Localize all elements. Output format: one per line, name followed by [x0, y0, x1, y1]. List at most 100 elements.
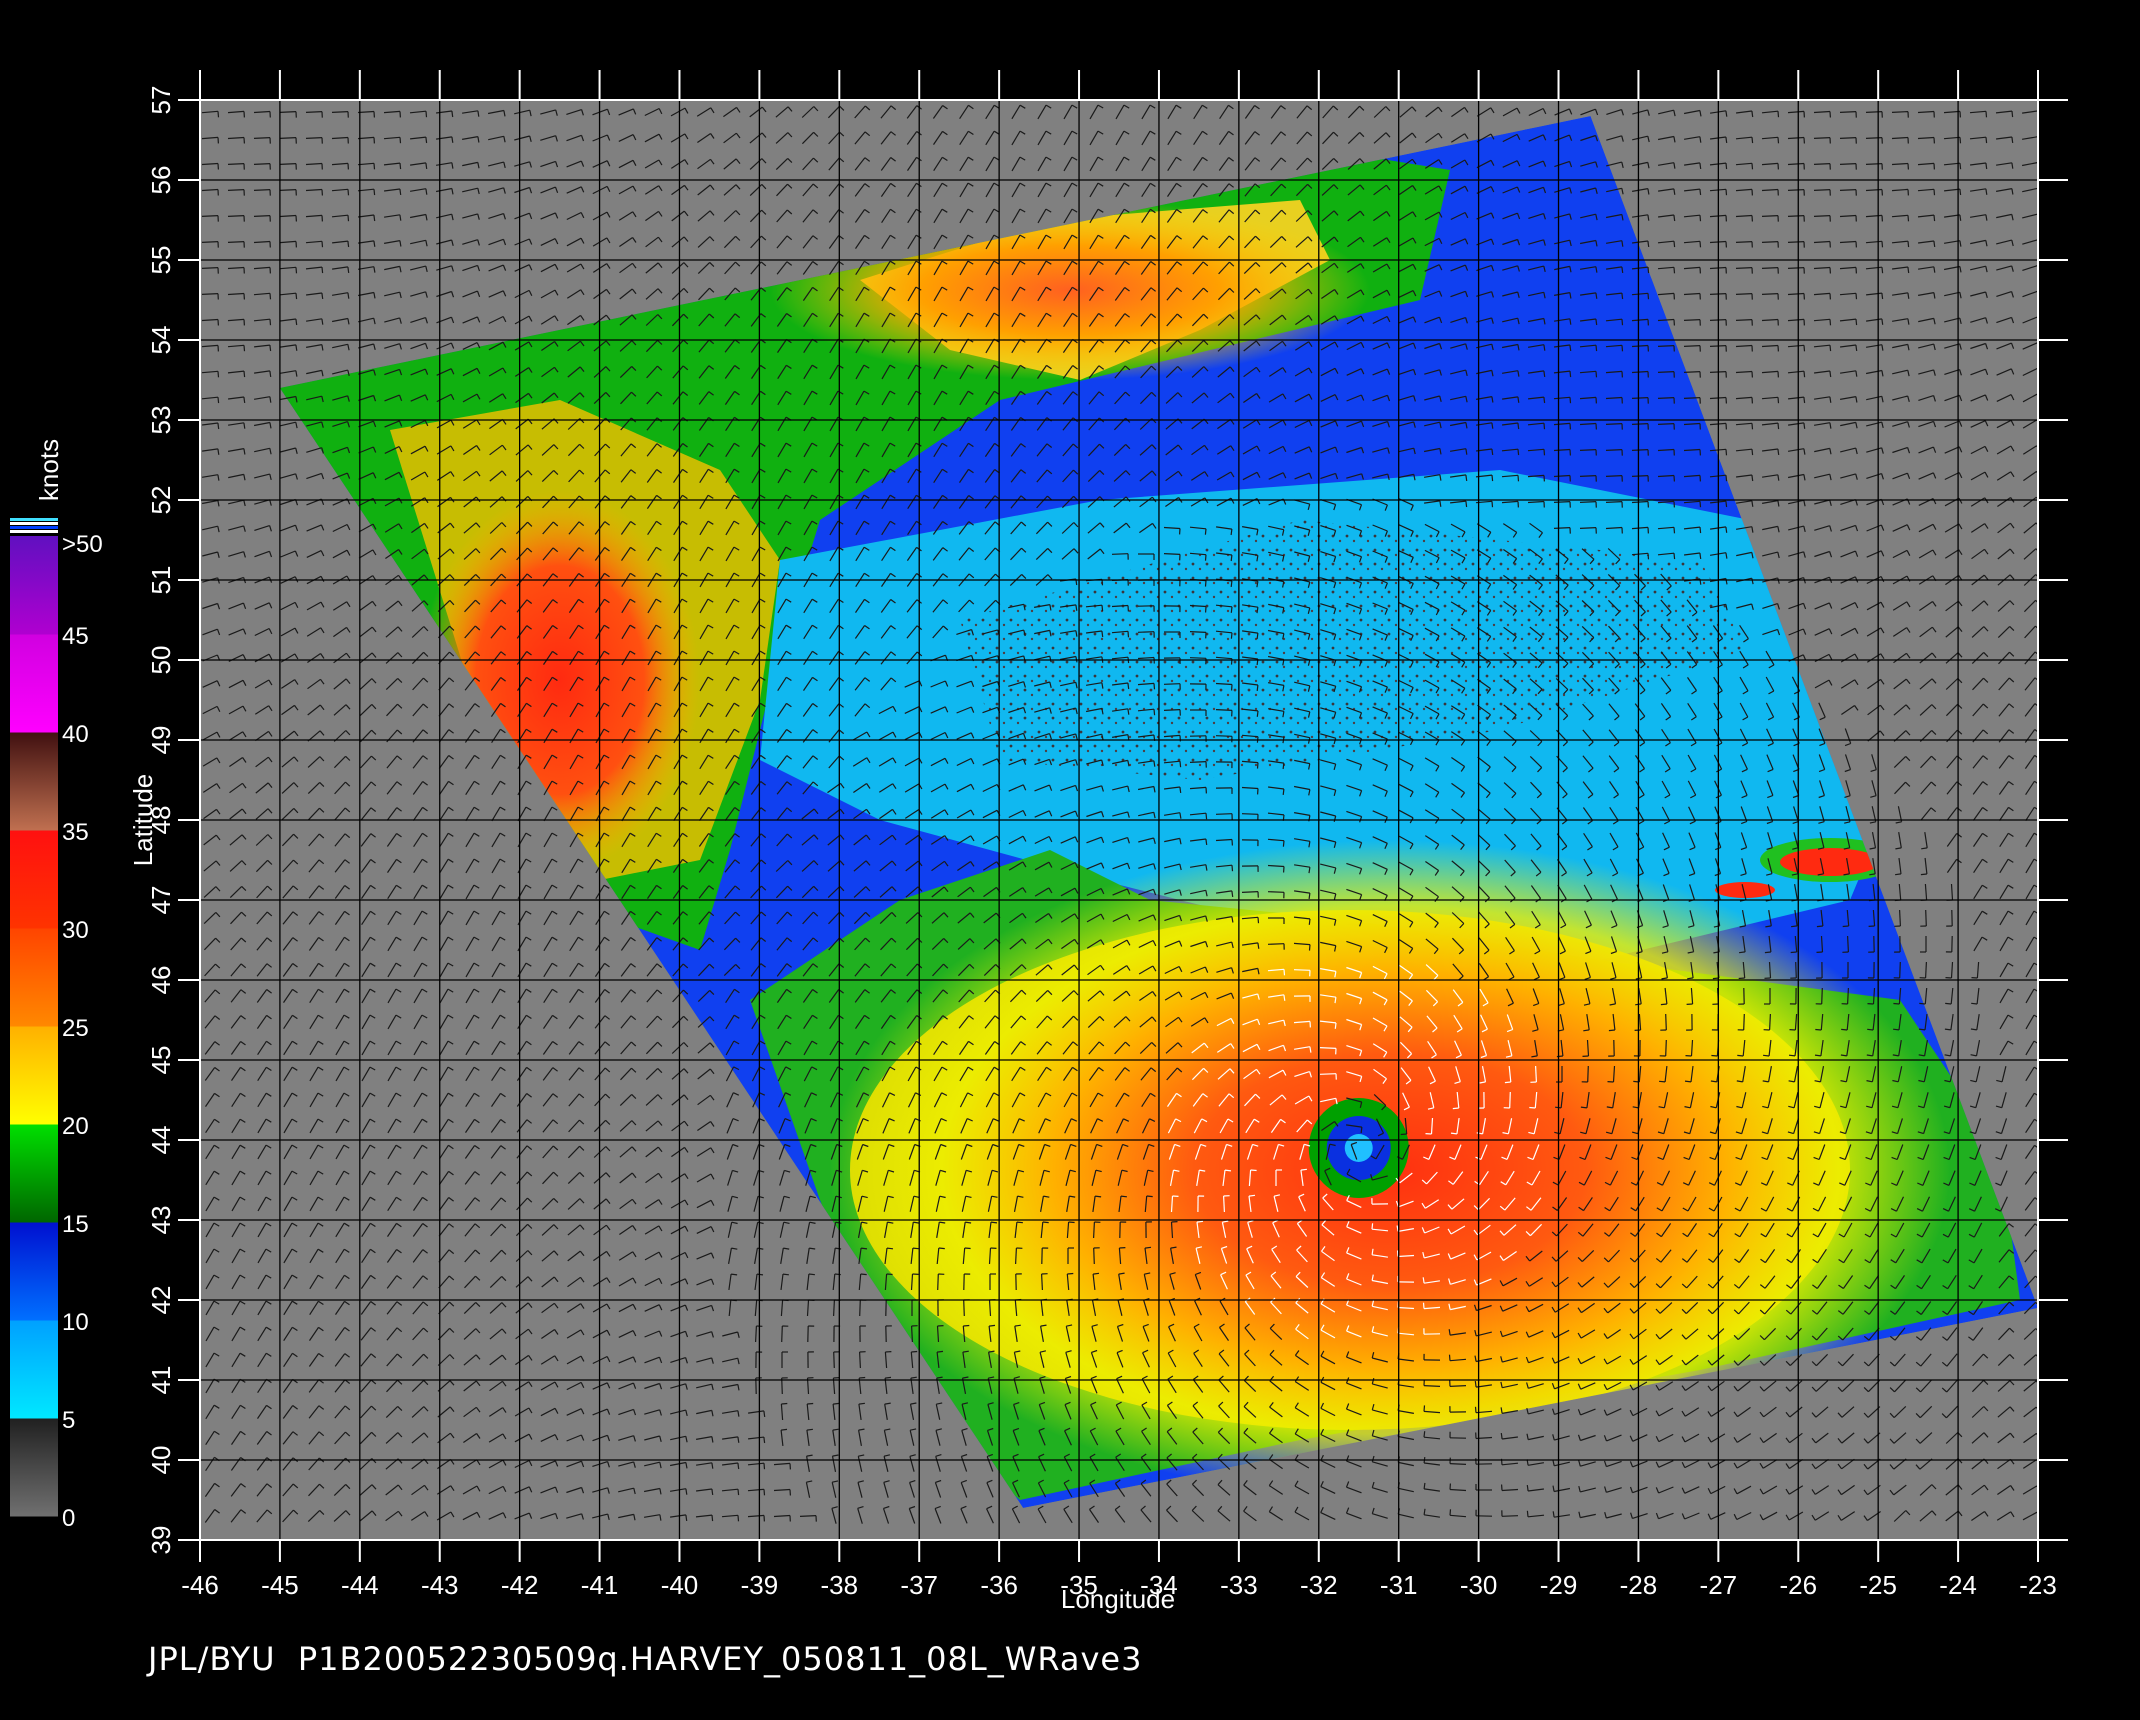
- wind-barb-flag: [1517, 449, 1520, 456]
- wind-barb-flag: [1308, 944, 1311, 951]
- wind-barb-flag: [295, 318, 298, 326]
- wind-barb-flag: [1647, 293, 1650, 300]
- wind-barb-flag: [1985, 137, 1988, 144]
- wind-barb: [1735, 241, 1753, 243]
- wind-barb-flag: [1543, 449, 1546, 456]
- wind-barb: [227, 189, 245, 191]
- wind-barb-flag: [1230, 554, 1233, 562]
- wind-barb: [1163, 683, 1181, 685]
- wind-barb-flag: [1777, 137, 1780, 144]
- wind-barb-flag: [295, 267, 298, 274]
- wind-barb: [1847, 987, 1849, 1005]
- wind-barb-flag: [373, 163, 376, 170]
- wind-barb-flag: [425, 137, 428, 144]
- wind-barb-flag: [2011, 136, 2014, 143]
- wind-barb: [1683, 319, 1701, 321]
- wind-barb-flag: [1491, 501, 1494, 508]
- wind-barb-flag: [1699, 215, 1702, 222]
- wind-barb-flag: [1855, 293, 1858, 300]
- wind-barb-flag: [1829, 319, 1832, 326]
- wind-barb-flag: [1855, 319, 1858, 326]
- wind-barb-flag: [1230, 580, 1233, 587]
- wind-barb-flag: [1569, 371, 1572, 378]
- wind-barb: [1189, 761, 1207, 763]
- wind-barb-flag: [1101, 605, 1104, 612]
- wind-barb-flag: [1595, 318, 1598, 326]
- wind-barb-flag: [1699, 241, 1702, 248]
- wind-barb: [1657, 423, 1675, 425]
- wind-barb-flag: [1283, 969, 1286, 976]
- wind-barb-flag: [1647, 553, 1650, 560]
- wind-barb: [201, 293, 219, 295]
- wind-barb: [1605, 501, 1623, 503]
- wind-barb-flag: [1777, 397, 1780, 404]
- wind-barb-flag: [1595, 345, 1598, 352]
- wind-barb-flag: [451, 110, 454, 118]
- wind-barb-flag: [1803, 422, 1806, 429]
- wind-barb-flag: [1282, 763, 1285, 770]
- wind-barb: [1891, 111, 1909, 113]
- wind-barb: [279, 137, 297, 139]
- wind-barb: [331, 111, 349, 113]
- wind-barb-flag: [1971, 1002, 1978, 1005]
- wind-barb-flag: [1933, 189, 1936, 196]
- wind-barb-flag: [243, 396, 246, 403]
- wind-barb: [1579, 475, 1597, 477]
- wind-barb-flag: [1803, 345, 1806, 352]
- wind-barb-flag: [1660, 1003, 1667, 1006]
- wind-barb: [1631, 423, 1649, 425]
- wind-barb-flag: [1881, 318, 1884, 325]
- wind-barb: [1761, 215, 1779, 217]
- wind-barb-flag: [1803, 397, 1806, 404]
- wind-barb: [1267, 943, 1285, 945]
- wind-barb-flag: [243, 345, 246, 352]
- wind-barb-flag: [1725, 136, 1728, 143]
- wind-barb-flag: [269, 370, 272, 377]
- wind-barb-flag: [1569, 397, 1572, 404]
- wind-barb: [1839, 189, 1857, 191]
- wind-barb-flag: [2011, 111, 2014, 118]
- wind-barb: [305, 137, 323, 139]
- wind-barb: [1847, 935, 1849, 953]
- wind-barb-flag: [217, 422, 220, 430]
- wind-barb-flag: [1907, 266, 1910, 274]
- wind-barb: [1925, 909, 1927, 927]
- wind-barb: [1865, 111, 1883, 113]
- wind-barb-flag: [217, 371, 220, 378]
- wind-barb-flag: [217, 111, 220, 118]
- wind-barb-flag: [1699, 527, 1702, 534]
- wind-barb-flag: [1179, 786, 1182, 793]
- wind-barb-flag: [1673, 553, 1676, 560]
- wind-barb-flag: [1725, 189, 1728, 196]
- wind-barb-flag: [1179, 761, 1182, 768]
- wind-barb-flag: [1881, 267, 1884, 274]
- storm-eye: [1308, 1098, 1409, 1198]
- wind-barb-flag: [1881, 293, 1884, 300]
- wind-barb: [1267, 891, 1285, 893]
- wind-barb-flag: [1751, 449, 1754, 456]
- wind-barb-flag: [1777, 448, 1780, 455]
- wind-barb-flag: [1621, 345, 1624, 352]
- wind-barb: [1137, 631, 1155, 633]
- wind-barb-flag: [1595, 371, 1598, 378]
- wind-barb: [1761, 267, 1779, 269]
- wind-barb: [1293, 969, 1311, 971]
- wind-barb: [1899, 909, 1901, 927]
- wind-barb: [1215, 709, 1233, 711]
- wind-barb-flag: [1907, 215, 1910, 222]
- wind-barb-flag: [1204, 528, 1207, 535]
- wind-barb-flag: [321, 292, 324, 299]
- wind-barb-flag: [1907, 241, 1910, 248]
- wind-barb-flag: [1517, 475, 1520, 482]
- wind-barb-flag: [1621, 266, 1624, 273]
- wind-barb: [1735, 267, 1753, 269]
- wind-barb-flag: [1959, 189, 1962, 196]
- wind-barb-flag: [1543, 423, 1546, 430]
- wind-barb-flag: [1751, 163, 1754, 170]
- wind-barb: [227, 241, 245, 243]
- wind-barb-flag: [399, 137, 402, 144]
- wind-barb: [1899, 961, 1901, 979]
- wind-barb-flag: [347, 241, 350, 248]
- wind-barb-flag: [1751, 110, 1754, 118]
- wind-barb: [1241, 891, 1259, 893]
